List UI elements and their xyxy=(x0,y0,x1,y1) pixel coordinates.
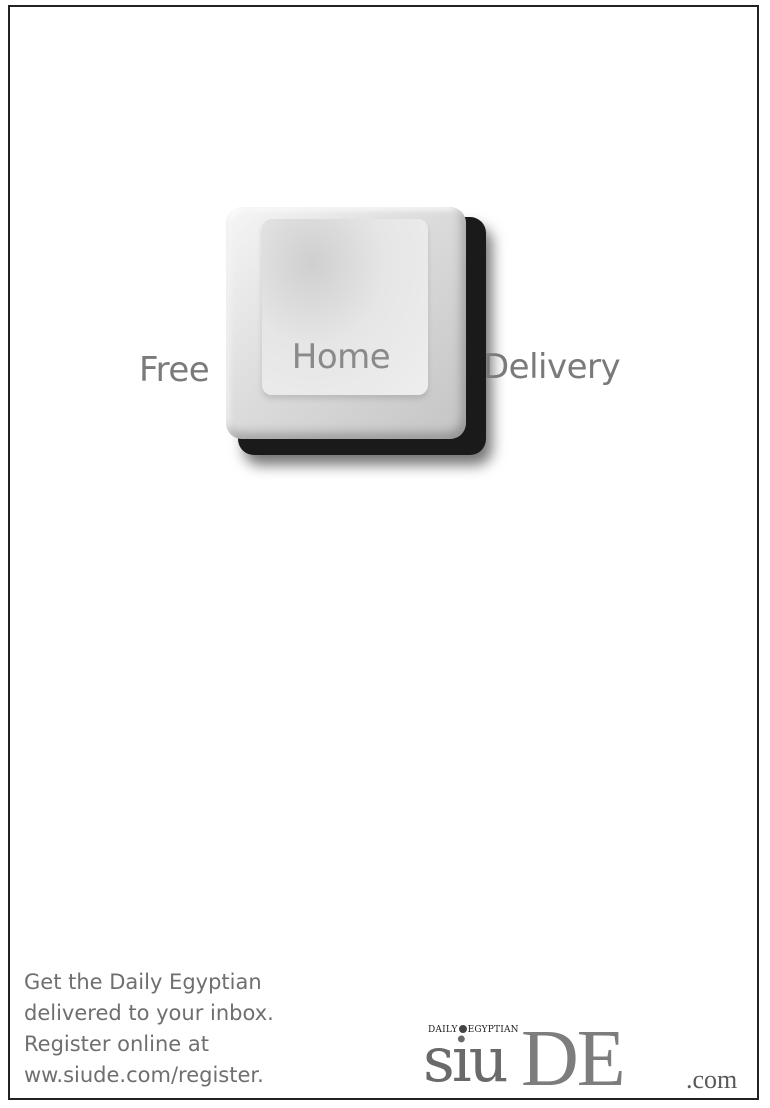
footer-line: delivered to your inbox. xyxy=(24,1001,274,1025)
key-label-home: Home xyxy=(291,337,391,377)
logo-siu: siu xyxy=(423,1023,509,1096)
footer-copy: Get the Daily Egyptian delivered to your… xyxy=(24,967,274,1091)
home-key-icon: Home xyxy=(226,207,466,439)
logo-com: .com xyxy=(686,1065,738,1094)
logo-de: DE xyxy=(521,1015,626,1100)
advertisement-frame: Free Home Delivery Get the Daily Egyptia… xyxy=(8,5,759,1100)
headline-free: Free xyxy=(139,350,210,390)
footer-line-url: ww.siude.com/register. xyxy=(24,1063,264,1087)
footer-line: Get the Daily Egyptian xyxy=(24,970,262,994)
siude-logo: DAILY EGYPTIAN siu DE .com xyxy=(421,1019,751,1098)
footer-line: Register online at xyxy=(24,1032,209,1056)
headline-delivery: Delivery xyxy=(483,347,621,387)
